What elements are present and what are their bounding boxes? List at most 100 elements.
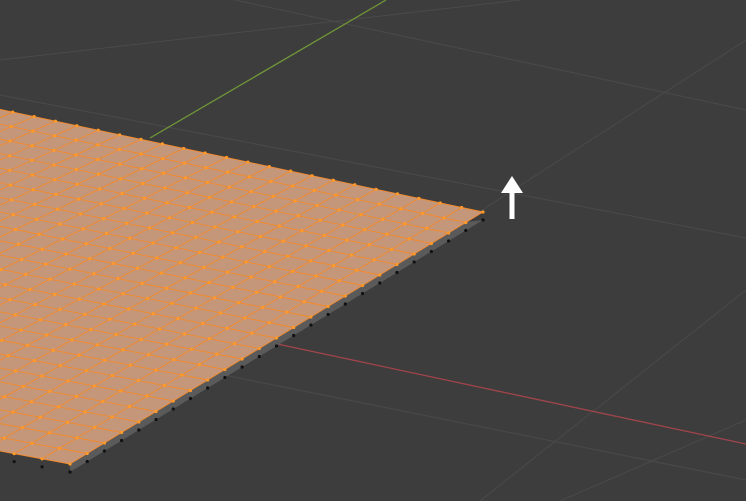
mesh-vertex: [403, 222, 407, 226]
mesh-vertex: [114, 332, 118, 337]
mesh-vertex: [45, 333, 49, 337]
mesh-vertex: [226, 170, 230, 174]
mesh-vertex: [360, 283, 365, 288]
subdivided-plane-mesh[interactable]: [0, 103, 485, 474]
mesh-bottom-vertex: [343, 302, 347, 306]
mesh-vertex: [30, 441, 34, 445]
mesh-vertex: [108, 246, 112, 251]
mesh-vertex: [250, 331, 254, 335]
mesh-vertex: [227, 185, 231, 189]
mesh-vertex: [98, 187, 102, 191]
mesh-vertex: [326, 304, 330, 309]
mesh-vertex: [96, 157, 100, 162]
mesh-vertex: [57, 446, 62, 450]
mesh-vertex: [110, 415, 114, 419]
mesh-vertex: [331, 178, 335, 182]
mesh-vertex: [131, 251, 135, 255]
mesh-vertex: [72, 282, 76, 286]
mesh-vertex: [355, 268, 359, 272]
mesh-vertex: [274, 336, 279, 340]
mesh-vertex: [8, 298, 12, 302]
mesh-vertex: [92, 425, 97, 430]
mesh-vertex: [232, 215, 237, 219]
viewport-scene[interactable]: [0, 0, 746, 501]
mesh-vertex: [188, 291, 193, 295]
mesh-vertex: [11, 410, 15, 414]
mesh-vertex: [267, 321, 271, 325]
mesh-vertex: [6, 354, 10, 358]
mesh-vertex: [183, 276, 187, 280]
mesh-vertex: [377, 202, 381, 206]
mesh-vertex: [140, 281, 144, 285]
mesh-vertex: [151, 241, 155, 245]
mesh-vertex: [64, 323, 68, 327]
mesh-vertex: [135, 266, 140, 270]
mesh-vertex: [255, 290, 259, 294]
mesh-vertex: [460, 205, 464, 210]
mesh-vertex: [8, 139, 12, 143]
mesh-vertex: [236, 230, 240, 234]
mesh-vertex: [372, 258, 376, 262]
mesh-vertex: [96, 172, 101, 176]
mesh-vertex: [257, 346, 261, 351]
mesh-bottom-vertex: [171, 407, 175, 411]
mesh-vertex: [207, 281, 211, 285]
mesh-vertex: [174, 246, 178, 250]
mesh-bottom-vertex: [378, 281, 382, 285]
mesh-vertex: [74, 167, 78, 172]
mesh-vertex: [337, 279, 341, 283]
mesh-vertex: [263, 249, 267, 254]
mesh-vertex: [322, 233, 326, 238]
mesh-vertex: [182, 161, 186, 165]
mesh-vertex: [407, 237, 411, 241]
mesh-bottom-vertex: [206, 386, 210, 390]
mesh-vertex: [118, 133, 122, 137]
mesh-vertex: [52, 163, 56, 167]
mesh-vertex: [353, 183, 357, 187]
mesh-vertex: [127, 307, 131, 311]
move-up-arrow-icon[interactable]: [501, 176, 523, 219]
mesh-vertex: [237, 300, 241, 305]
mesh-vertex: [217, 240, 221, 244]
mesh-vertex: [53, 178, 57, 182]
mesh-vertex: [66, 379, 70, 383]
mesh-vertex: [116, 276, 120, 281]
mesh-vertex: [425, 226, 429, 231]
mesh-vertex: [13, 227, 18, 232]
mesh-vertex: [25, 343, 30, 347]
mesh-vertex: [200, 321, 205, 326]
mesh-vertex: [167, 216, 172, 220]
mesh-vertex: [273, 280, 277, 284]
mesh-vertex: [442, 216, 446, 220]
mesh-vertex: [296, 284, 300, 289]
mesh-vertex: [207, 337, 212, 341]
mesh-vertex: [363, 228, 367, 232]
3d-viewport[interactable]: [0, 0, 746, 501]
mesh-vertex: [120, 192, 124, 196]
mesh-vertex: [188, 388, 193, 393]
mesh-vertex: [52, 148, 56, 152]
mesh-vertex: [170, 301, 174, 305]
mesh-vertex: [56, 207, 60, 211]
mesh-vertex: [33, 302, 37, 307]
mesh-vertex: [420, 211, 425, 215]
mesh-vertex: [112, 261, 116, 266]
mesh-bottom-vertex: [429, 249, 433, 254]
mesh-vertex: [341, 223, 345, 227]
mesh-vertex: [291, 269, 295, 273]
mesh-bottom-vertex: [274, 344, 279, 348]
mesh-vertex: [53, 292, 57, 296]
mesh-vertex: [38, 318, 43, 322]
mesh-vertex: [95, 343, 100, 347]
mesh-bottom-vertex: [102, 449, 107, 453]
mesh-vertex: [318, 218, 323, 223]
mesh-vertex: [267, 164, 271, 169]
mesh-bottom-vertex: [481, 218, 485, 222]
mesh-vertex: [20, 426, 24, 430]
mesh-vertex: [399, 207, 403, 211]
mesh-vertex: [58, 363, 63, 368]
mesh-vertex: [194, 306, 198, 310]
mesh-vertex: [142, 196, 147, 200]
mesh-vertex: [11, 110, 15, 114]
mesh-vertex: [68, 462, 72, 466]
